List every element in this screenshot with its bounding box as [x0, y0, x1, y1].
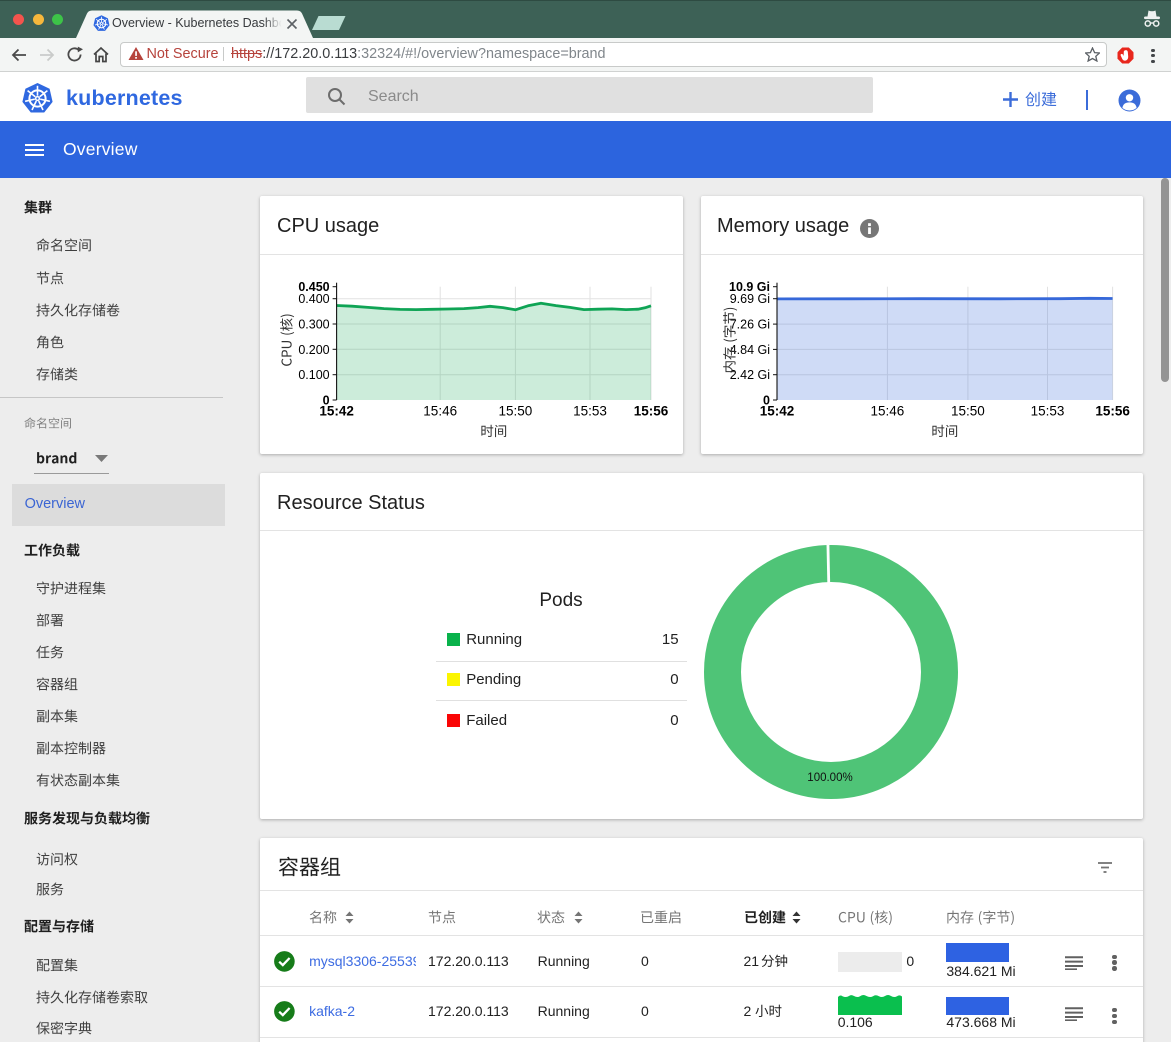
svg-text:15:42: 15:42 — [760, 404, 795, 419]
svg-text:2.42 Gi: 2.42 Gi — [730, 368, 770, 382]
svg-text:0.200: 0.200 — [298, 343, 329, 357]
svg-text:15:46: 15:46 — [871, 404, 905, 419]
svg-text:0.100: 0.100 — [298, 368, 329, 382]
svg-text:0.400: 0.400 — [298, 292, 329, 306]
svg-text:15:42: 15:42 — [319, 404, 354, 419]
svg-text:15:50: 15:50 — [499, 404, 533, 419]
svg-text:15:53: 15:53 — [573, 404, 607, 419]
svg-text:4.84 Gi: 4.84 Gi — [730, 343, 770, 357]
svg-text:15:46: 15:46 — [423, 404, 457, 419]
svg-text:15:56: 15:56 — [1095, 404, 1130, 419]
svg-text:7.26 Gi: 7.26 Gi — [730, 318, 770, 332]
svg-text:9.69 Gi: 9.69 Gi — [730, 292, 770, 306]
svg-text:15:50: 15:50 — [951, 404, 985, 419]
svg-text:0.300: 0.300 — [298, 318, 329, 332]
svg-text:15:53: 15:53 — [1031, 404, 1065, 419]
svg-text:15:56: 15:56 — [634, 404, 669, 419]
